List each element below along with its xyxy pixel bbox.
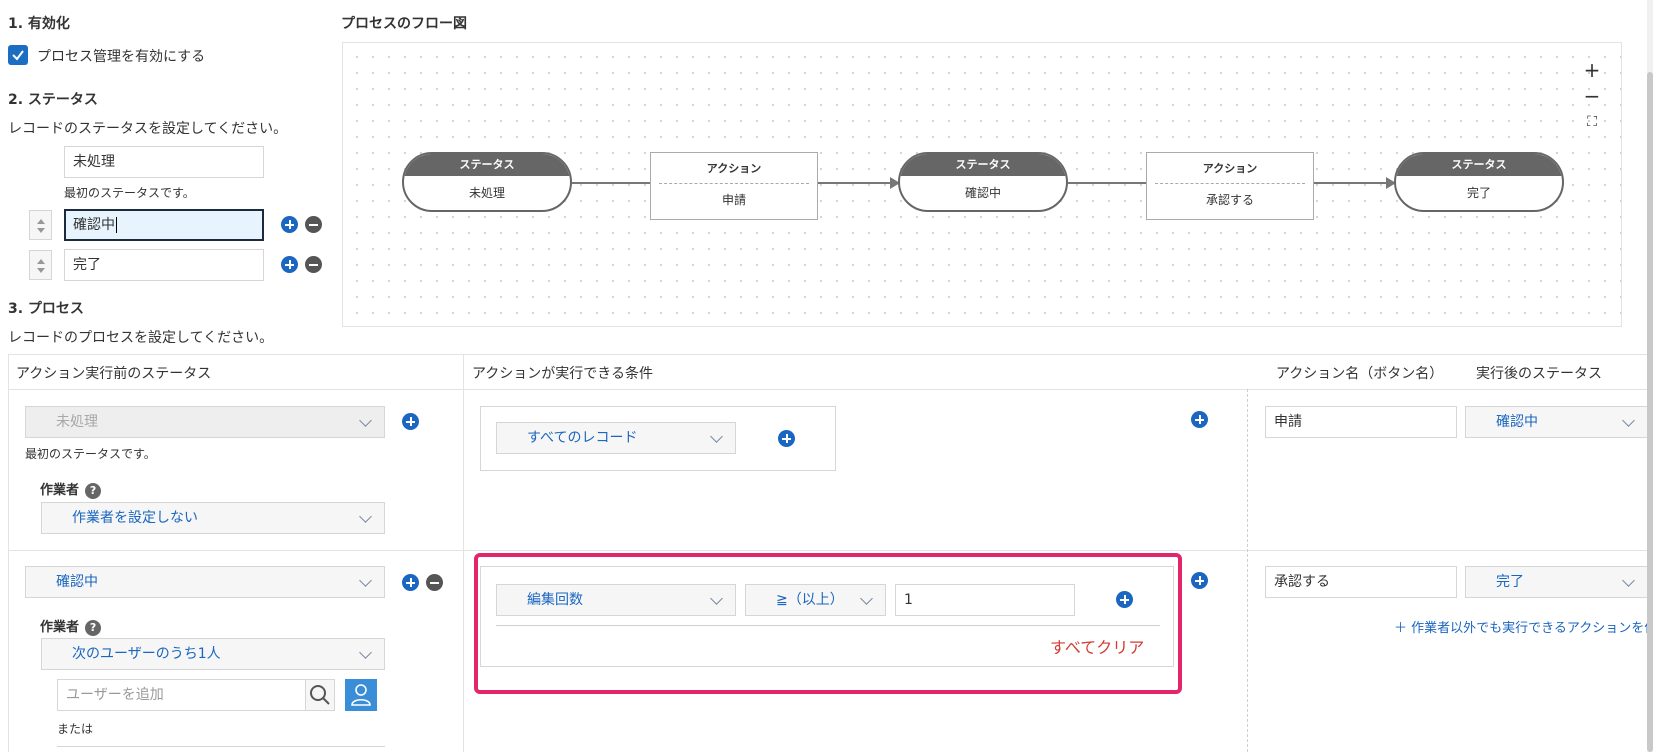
or-label: または	[57, 722, 94, 736]
plus-icon: ＋	[1394, 621, 1412, 636]
help-icon[interactable]: ?	[85, 482, 102, 499]
add-condition-button-1[interactable]	[778, 430, 795, 447]
flow-action-node-label: アクション	[1202, 162, 1258, 175]
enable-process-label[interactable]: プロセス管理を有効にする	[37, 46, 205, 66]
flow-action-node-value: 承認する	[1205, 193, 1254, 207]
section3-description: レコードのプロセスを設定してください。	[8, 330, 274, 346]
section2-heading: 2. ステータス	[8, 92, 98, 108]
flow-status-node: ステータス 未処理	[402, 152, 572, 212]
after-status-select-1[interactable]: 確認中	[1465, 406, 1648, 438]
before-status-select-2[interactable]: 確認中	[25, 566, 385, 598]
section3-heading: 3. プロセス	[8, 301, 84, 317]
flow-connector	[1068, 182, 1148, 184]
assignee-label-1: 作業者?	[40, 479, 102, 499]
first-status-note: 最初のステータスです。	[25, 447, 156, 461]
flow-connector	[818, 182, 892, 184]
search-icon	[310, 685, 330, 705]
assignee-select-2[interactable]: 次のユーザーのうち1人	[41, 638, 385, 670]
flow-diagram[interactable]: + − ⛶ ステータス 未処理 アクション 申請 ステータス 確認中 アクション…	[342, 42, 1622, 327]
zoom-in-button[interactable]: +	[1579, 57, 1605, 83]
flow-status-node-label: ステータス	[404, 154, 570, 176]
flow-connector	[1314, 182, 1388, 184]
status-input-1[interactable]: 未処理	[64, 146, 264, 178]
assignee-select-1[interactable]: 作業者を設定しない	[41, 502, 385, 534]
action-name-input-1[interactable]: 申請	[1265, 406, 1457, 438]
action-name-input-2[interactable]: 承認する	[1265, 566, 1457, 598]
status-sort-handle-2[interactable]	[29, 210, 52, 240]
user-search-button[interactable]	[305, 679, 335, 711]
first-status-note: 最初のステータスです。	[64, 186, 195, 200]
check-icon	[12, 50, 24, 61]
add-action-button-1[interactable]	[1191, 411, 1208, 428]
add-process-button-2[interactable]	[402, 574, 419, 591]
remove-process-button-2[interactable]	[426, 574, 443, 591]
status-input-3[interactable]: 完了	[64, 249, 264, 281]
flow-heading: プロセスのフロー図	[341, 16, 467, 32]
flow-status-node-value: 未処理	[468, 186, 505, 200]
fit-view-button[interactable]: ⛶	[1579, 109, 1605, 135]
column-header-before-status: アクション実行前のステータス	[16, 366, 212, 382]
flow-action-node-value: 申請	[721, 193, 746, 207]
flow-connector	[572, 182, 652, 184]
help-icon[interactable]: ?	[85, 619, 102, 636]
condition-field-select-1[interactable]: すべてのレコード	[496, 422, 736, 454]
remove-status-button-2[interactable]	[305, 216, 322, 233]
flow-status-node: ステータス 確認中	[898, 152, 1068, 212]
status-input-2[interactable]: 確認中	[64, 209, 264, 241]
flow-status-node-label: ステータス	[1396, 154, 1562, 176]
after-status-select-2[interactable]: 完了	[1465, 566, 1648, 598]
column-header-conditions: アクションが実行できる条件	[472, 366, 654, 382]
add-user-input[interactable]: ユーザーを追加	[57, 679, 307, 711]
user-picker-button[interactable]	[345, 679, 377, 711]
flow-action-node: アクション 承認する	[1146, 152, 1314, 220]
add-process-button-1[interactable]	[402, 413, 419, 430]
flow-status-node-value: 完了	[1466, 186, 1491, 200]
flow-action-node: アクション 申請	[650, 152, 818, 220]
remove-status-button-3[interactable]	[305, 256, 322, 273]
before-status-select-1: 未処理	[25, 406, 385, 438]
section1-heading: 1. 有効化	[8, 16, 70, 32]
highlight-frame	[474, 553, 1182, 694]
column-header-after-status: 実行後のステータス	[1476, 366, 1602, 382]
add-status-button-2[interactable]	[281, 216, 298, 233]
user-icon	[351, 684, 371, 706]
flow-status-node: ステータス 完了	[1394, 152, 1564, 212]
flow-status-node-label: ステータス	[900, 154, 1066, 176]
add-status-button-3[interactable]	[281, 256, 298, 273]
add-action-button-2[interactable]	[1191, 572, 1208, 589]
status-sort-handle-3[interactable]	[29, 250, 52, 280]
assignee-label-2: 作業者?	[40, 616, 102, 636]
section2-description: レコードのステータスを設定してください。	[8, 121, 288, 137]
enable-process-checkbox[interactable]	[8, 45, 28, 65]
flow-action-node-label: アクション	[706, 162, 762, 175]
add-non-assignee-action-link[interactable]: ＋ 作業者以外でも実行できるアクションを作成	[1394, 617, 1648, 636]
scrollbar-thumb[interactable]	[1647, 72, 1653, 752]
flow-status-node-value: 確認中	[964, 186, 1001, 200]
column-header-action-name: アクション名（ボタン名）	[1276, 366, 1444, 382]
zoom-out-button[interactable]: −	[1579, 83, 1605, 109]
